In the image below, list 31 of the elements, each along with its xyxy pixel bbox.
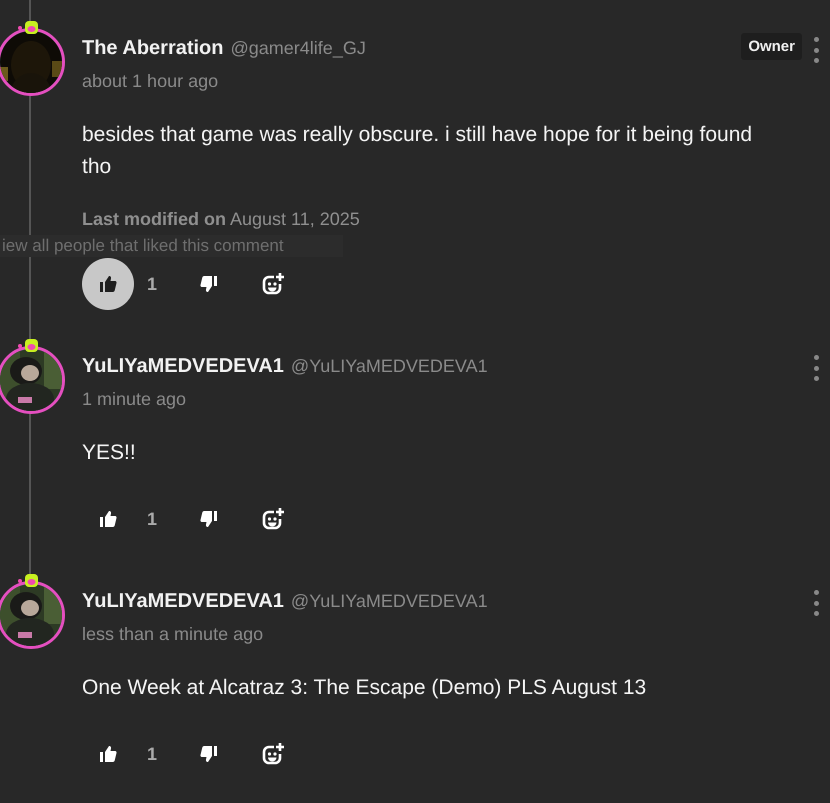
thumbs-down-icon: [199, 274, 219, 294]
user-handle[interactable]: @gamer4life_GJ: [230, 38, 366, 58]
thumbs-up-icon: [98, 509, 118, 529]
last-modified-text: Last modified on August 11, 2025: [82, 208, 361, 231]
timestamp: about 1 hour ago: [82, 70, 220, 93]
like-button[interactable]: [82, 258, 134, 310]
tooltip: iew all people that liked this comment: [0, 235, 343, 257]
comment-text: One Week at Alcatraz 3: The Escape (Demo) PLS August 13: [82, 675, 648, 701]
like-count[interactable]: 1: [147, 744, 187, 764]
frog-icon: [16, 572, 40, 588]
comment-text: YES!!: [82, 440, 137, 466]
like-count[interactable]: 1: [147, 274, 187, 294]
timestamp: less than a minute ago: [82, 623, 264, 646]
emoji-add-icon: [261, 742, 285, 766]
frog-icon: [16, 19, 40, 35]
like-count[interactable]: 1: [147, 508, 187, 530]
comment-text: besides that game was really obscure. i still have hope for it being found tho: [82, 122, 754, 180]
emoji-add-icon: [261, 507, 285, 531]
emoji-add-icon: [261, 272, 285, 296]
thumbs-up-icon: [98, 274, 118, 294]
thumbs-up-icon: [98, 744, 118, 764]
owner-badge: Owner: [741, 33, 802, 60]
user-handle[interactable]: @YuLIYaMEDVEDEVA1: [290, 356, 488, 376]
frog-icon: [16, 337, 40, 353]
user-name[interactable]: The Aberration: [82, 36, 224, 60]
user-name[interactable]: YuLIYaMEDVEDEVA1: [82, 354, 284, 378]
user-name[interactable]: YuLIYaMEDVEDEVA1: [82, 590, 284, 612]
thumbs-down-icon: [199, 744, 219, 764]
timestamp: 1 minute ago: [82, 388, 188, 411]
thumbs-down-icon: [199, 509, 219, 529]
user-handle[interactable]: @YuLIYaMEDVEDEVA1: [290, 590, 488, 612]
